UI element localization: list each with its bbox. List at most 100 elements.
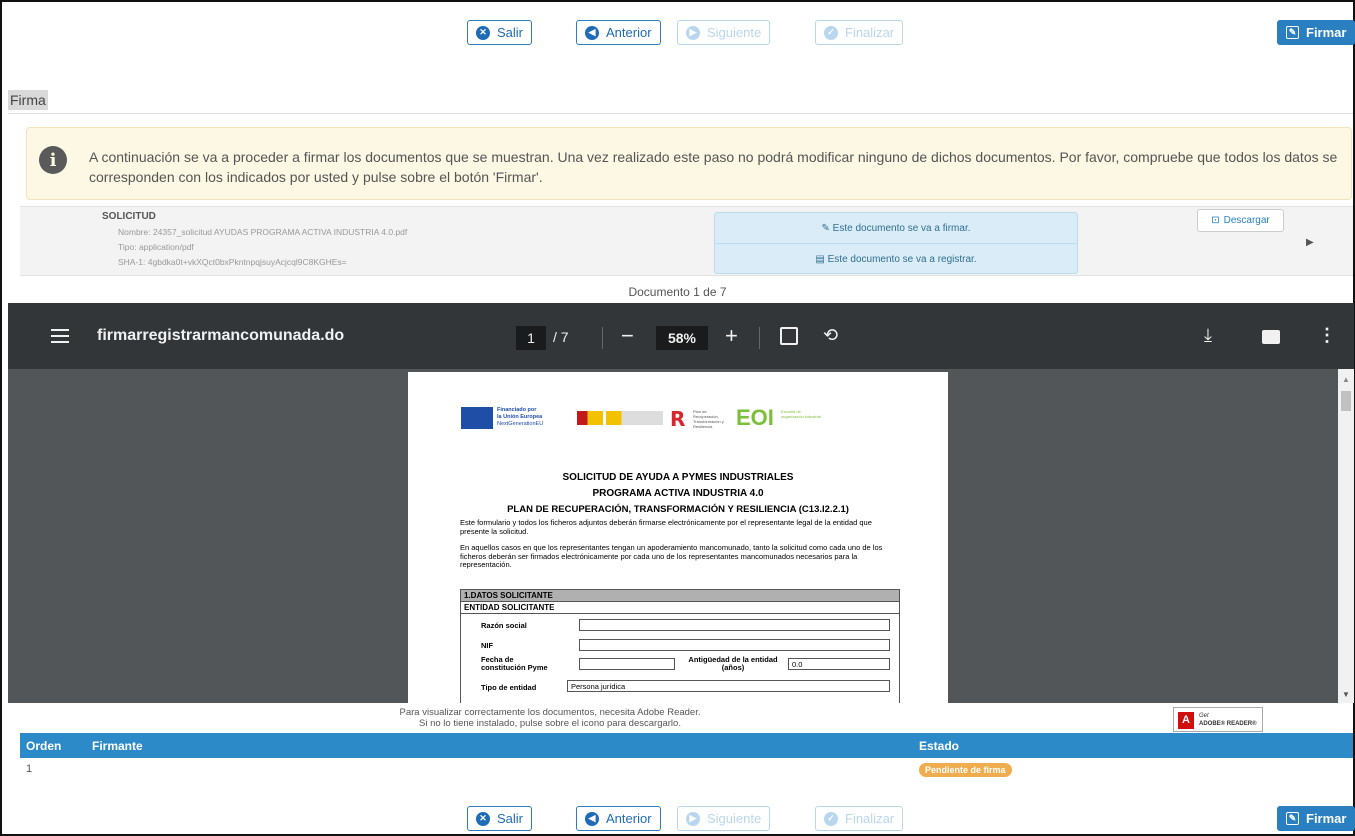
salir-button[interactable]: ✕ Salir (467, 20, 533, 45)
edit-icon: ✎ (821, 222, 833, 234)
pdf-title-3: PLAN DE RECUPERACIÓN, TRANSFORMACIÓN Y R… (507, 504, 849, 515)
salir-button[interactable]: ✕ Salir (467, 806, 533, 831)
firmar-button[interactable]: ✎ Firmar (1277, 806, 1355, 831)
eoi-logo-text: Escuela de organización industrial (781, 409, 821, 419)
rotate-icon[interactable]: ⟲ (823, 325, 838, 346)
status-badge: Pendiente de firma (919, 763, 1012, 777)
print-icon[interactable] (1262, 330, 1280, 344)
nif-label: NIF (481, 641, 494, 650)
razon-social-field (579, 619, 890, 631)
zoom-in-icon[interactable]: + (725, 323, 738, 349)
sign-note: ✎ Este documento se va a firmar. (715, 213, 1077, 244)
menu-icon[interactable] (51, 329, 69, 347)
firmar-button[interactable]: ✎ Firmar (1277, 20, 1355, 45)
adobe-note: Para visualizar correctamente los docume… (399, 707, 701, 729)
pdf-page: Financiado por la Unión Europea NextGene… (408, 372, 948, 703)
header-firmante: Firmante (92, 739, 143, 753)
zoom-out-icon[interactable]: − (621, 323, 634, 349)
edit-icon: ✎ (1286, 26, 1299, 39)
pdf-paragraph-2: En aquellos casos en que los representan… (460, 543, 883, 569)
finalizar-button[interactable]: ✓ Finalizar (815, 806, 904, 831)
warning-alert: i A continuación se va a proceder a firm… (26, 127, 1352, 200)
anterior-button[interactable]: ◀ Anterior (576, 20, 661, 45)
document-info-box: ✎ Este documento se va a firmar. ▤ Este … (714, 212, 1078, 274)
fecha-field (579, 658, 675, 670)
fit-page-icon[interactable] (780, 327, 798, 345)
signers-table: Orden Firmante Estado 1 Pendiente de fir… (20, 733, 1353, 783)
close-circle-icon: ✕ (476, 811, 490, 826)
adobe-pdf-icon: A (1178, 712, 1194, 729)
arrow-left-icon: ◀ (585, 25, 599, 40)
antiguedad-label: Antigüedad de la entidad (años) (688, 655, 778, 672)
toolbar-divider (602, 327, 603, 349)
anterior-button[interactable]: ◀ Anterior (576, 806, 661, 831)
section-title: Firma (8, 90, 48, 110)
expand-arrow-icon[interactable]: ▶ (1306, 237, 1314, 248)
adobe-badge-text: Get ADOBE® READER® (1199, 713, 1257, 727)
scroll-down-icon[interactable]: ▼ (1342, 690, 1350, 699)
cell-orden: 1 (26, 763, 33, 775)
document-title: SOLICITUD (102, 211, 156, 222)
toolbar-divider (759, 327, 760, 349)
siguiente-button[interactable]: ▶ Siguiente (677, 20, 771, 45)
download-button[interactable]: ⊡ Descargar (1197, 209, 1284, 232)
document-row: SOLICITUD Nombre: 24357_solicitud AYUDAS… (20, 206, 1353, 276)
nif-field (579, 639, 890, 651)
logos-row: Financiado por la Unión Europea NextGene… (461, 405, 831, 431)
pdf-title-2: PROGRAMA ACTIVA INDUSTRIA 4.0 (592, 488, 764, 499)
table-row: 1 Pendiente de firma (20, 758, 1353, 783)
scroll-up-icon[interactable]: ▲ (1342, 375, 1350, 384)
arrow-left-icon: ◀ (585, 811, 599, 826)
tr-logo-text: Plan de Recuperación, Transformación y R… (693, 409, 724, 429)
viewer-toolbar: firmarregistrarmancomunada.do 1 / 7 − 58… (8, 303, 1354, 369)
info-icon: i (39, 146, 67, 174)
download-icon[interactable]: ⤓ (1204, 325, 1212, 346)
section-header: 1.DATOS SOLICITANTE (461, 590, 899, 602)
pdf-title-1: SOLICITUD DE AYUDA A PYMES INDUSTRIALES (562, 472, 794, 483)
register-icon: ▤ (815, 254, 828, 265)
eoi-logo: EOI (736, 405, 774, 430)
tipo-entidad-field: Persona jurídica (567, 680, 890, 692)
document-counter: Documento 1 de 7 (628, 285, 727, 299)
subsection-header: ENTIDAD SOLICITANTE (461, 602, 899, 614)
header-orden: Orden (26, 739, 62, 753)
document-type: Tipo: application/pdf (118, 242, 194, 252)
download-icon: ⊡ (1211, 215, 1220, 226)
applicant-data-table: 1.DATOS SOLICITANTE ENTIDAD SOLICITANTE … (460, 589, 900, 703)
eu-flag-logo (461, 407, 493, 429)
pdf-paragraph-1: Este formulario y todos los ficheros adj… (460, 518, 872, 536)
arrow-right-icon: ▶ (686, 25, 700, 40)
pdf-viewer: firmarregistrarmancomunada.do 1 / 7 − 58… (8, 303, 1354, 703)
header-estado: Estado (919, 739, 960, 753)
razon-social-label: Razón social (481, 621, 527, 630)
document-sha: SHA-1: 4gbdka0t+vkXQct0bxPkntnpqjsuyAcjc… (118, 257, 347, 267)
signers-header: Orden Firmante Estado (20, 733, 1353, 758)
page-input[interactable]: 1 (516, 326, 546, 350)
tr-logo: R (670, 407, 686, 431)
scroll-thumb[interactable] (1341, 391, 1351, 411)
check-circle-icon: ✓ (824, 25, 838, 40)
more-options-icon[interactable]: ⋮ (1318, 325, 1336, 346)
top-toolbar: ✕ Salir ◀ Anterior ▶ Siguiente ✓ Finalizar ✎… (0, 20, 1355, 46)
section-divider (8, 113, 1353, 114)
antiguedad-field: 0.0 (788, 658, 890, 670)
siguiente-button[interactable]: ▶ Siguiente (677, 806, 771, 831)
get-adobe-reader-button[interactable]: A Get ADOBE® READER® (1173, 707, 1263, 732)
viewer-scrollbar[interactable]: ▲ ▼ (1338, 369, 1354, 703)
zoom-input[interactable]: 58% (656, 326, 708, 350)
viewer-filename: firmarregistrarmancomunada.do (97, 327, 345, 344)
finalizar-button[interactable]: ✓ Finalizar (815, 20, 904, 45)
register-note: ▤ Este documento se va a registrar. (815, 254, 977, 265)
alert-text: A continuación se va a proceder a firmar… (89, 149, 1338, 185)
page-total: / 7 (553, 329, 569, 345)
edit-icon: ✎ (1286, 812, 1299, 825)
government-logo (577, 411, 663, 425)
bottom-toolbar: ✕ Salir ◀ Anterior ▶ Siguiente ✓ Finalizar ✎… (0, 806, 1355, 832)
tipo-entidad-label: Tipo de entidad (481, 683, 537, 692)
close-circle-icon: ✕ (476, 25, 490, 40)
check-circle-icon: ✓ (824, 811, 838, 826)
document-name: Nombre: 24357_solicitud AYUDAS PROGRAMA … (118, 227, 408, 237)
fecha-label: Fecha de constitución Pyme (481, 655, 548, 672)
eu-logo-text: Financiado por la Unión Europea NextGene… (497, 407, 544, 427)
arrow-right-icon: ▶ (686, 811, 700, 826)
